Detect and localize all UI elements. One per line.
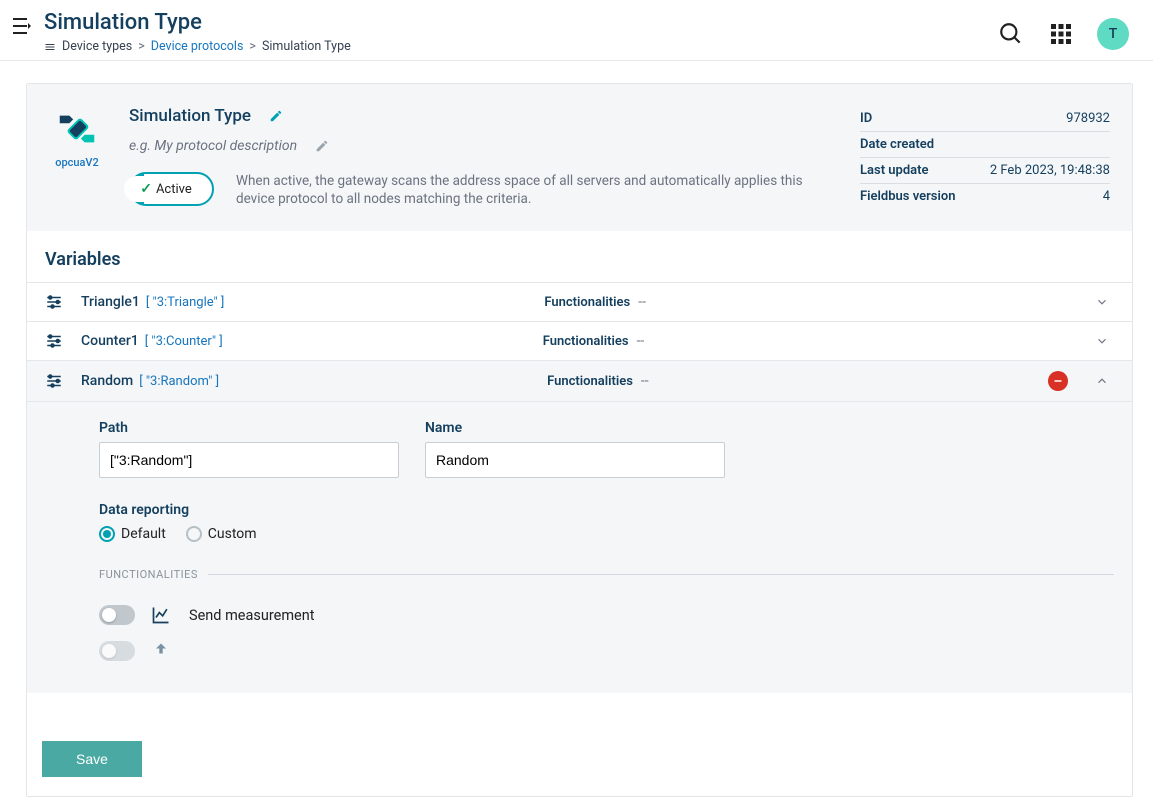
functionality-item: [99, 633, 1114, 669]
breadcrumb-link[interactable]: Device protocols: [151, 39, 244, 54]
page-title: Simulation Type: [44, 10, 351, 35]
chevron-down-icon[interactable]: [1090, 295, 1114, 309]
sliders-icon: [45, 372, 71, 390]
chart-line-icon: [151, 605, 173, 625]
name-input[interactable]: [425, 442, 725, 478]
breadcrumb: Device types > Device protocols > Simula…: [44, 39, 351, 54]
variable-path-badge: [ "3:Random" ]: [139, 374, 219, 389]
protocol-icon: [54, 106, 100, 152]
variable-row[interactable]: Triangle1 [ "3:Triangle" ] Functionaliti…: [27, 282, 1132, 321]
functionality-label: Send measurement: [189, 607, 314, 624]
variable-name: Counter1: [81, 333, 139, 349]
active-help-text: When active, the gateway scans the addre…: [236, 172, 836, 208]
save-button[interactable]: Save: [42, 741, 142, 777]
functionality-item: Send measurement: [99, 597, 1114, 633]
search-icon[interactable]: [997, 20, 1025, 48]
variable-name: Random: [81, 373, 133, 389]
breadcrumb-current: Simulation Type: [262, 39, 351, 54]
variables-heading: Variables: [27, 249, 1132, 282]
edit-title-icon[interactable]: [269, 109, 283, 123]
data-reporting-label: Data reporting: [99, 502, 189, 518]
protocol-type-label: opcuaV2: [55, 156, 99, 169]
functionalities-heading: FUNCTIONALITIES: [99, 568, 198, 581]
functionality-toggle[interactable]: [99, 641, 135, 661]
reporting-default-radio[interactable]: Default: [99, 526, 166, 542]
variable-path-badge: [ "3:Counter" ]: [145, 334, 223, 349]
sliders-icon: [45, 332, 71, 350]
variable-row[interactable]: Counter1 [ "3:Counter" ] Functionalities…: [27, 321, 1132, 360]
protocol-title: Simulation Type: [129, 106, 251, 126]
chevron-down-icon[interactable]: [1090, 334, 1114, 348]
variable-detail-panel: Path Name Data reporting Default: [27, 401, 1132, 693]
nav-toggle-icon[interactable]: [12, 10, 32, 34]
apps-grid-icon[interactable]: [1047, 20, 1075, 48]
topbar: Simulation Type Device types > Device pr…: [0, 0, 1153, 61]
variable-path-badge: [ "3:Triangle" ]: [146, 295, 225, 310]
path-input[interactable]: [99, 442, 399, 478]
remove-variable-button[interactable]: [1048, 371, 1068, 391]
variable-name: Triangle1: [81, 294, 140, 310]
active-toggle[interactable]: ✓ Active: [129, 172, 214, 206]
name-label: Name: [425, 420, 725, 436]
breadcrumb-icon: [44, 41, 56, 53]
upload-icon: [151, 641, 173, 661]
reporting-custom-radio[interactable]: Custom: [186, 526, 257, 542]
check-icon: ✓: [140, 181, 152, 197]
breadcrumb-item[interactable]: Device types: [62, 39, 132, 54]
send-measurement-toggle[interactable]: [99, 605, 135, 625]
protocol-description[interactable]: e.g. My protocol description: [129, 138, 297, 154]
edit-description-icon[interactable]: [315, 139, 329, 153]
meta-table: ID978932 Date created Last update2 Feb 2…: [860, 106, 1110, 209]
chevron-up-icon[interactable]: [1090, 374, 1114, 388]
variable-row[interactable]: Random [ "3:Random" ] Functionalities --: [27, 360, 1132, 401]
path-label: Path: [99, 420, 399, 436]
avatar[interactable]: T: [1097, 18, 1129, 50]
protocol-header: opcuaV2 Simulation Type e.g. My protocol…: [27, 84, 1132, 231]
sliders-icon: [45, 293, 71, 311]
